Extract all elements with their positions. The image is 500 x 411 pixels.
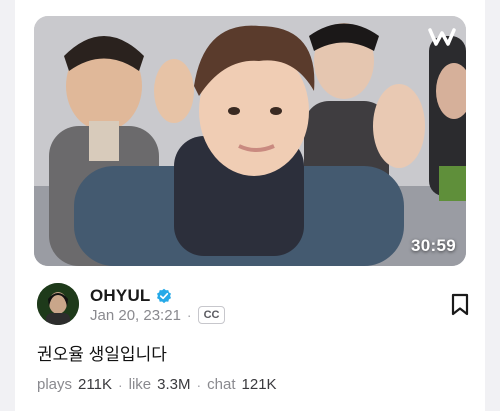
separator-dot: ·: [186, 307, 192, 323]
bookmark-icon[interactable]: [450, 293, 470, 317]
creator-avatar[interactable]: [37, 283, 79, 325]
separator-dot: ·: [196, 376, 202, 393]
post-meta: OHYUL Jan 20, 23:21 · CC: [37, 283, 473, 329]
cc-badge: CC: [197, 306, 226, 324]
like-count: 3.3M: [157, 376, 191, 393]
video-thumbnail[interactable]: 30:59: [34, 16, 466, 266]
chat-label: chat: [207, 376, 236, 393]
plays-label: plays: [37, 376, 73, 393]
post-date-line: Jan 20, 23:21 · CC: [90, 306, 226, 324]
post-date: Jan 20, 23:21: [90, 306, 181, 324]
post-stats: plays 211K · like 3.3M · chat 121K: [37, 376, 277, 393]
separator-dot: ·: [117, 376, 123, 393]
like-label: like: [128, 376, 152, 393]
video-post-card: 30:59 OHYUL Jan 20, 23:21 · CC 권오율 생일입니다…: [15, 0, 485, 411]
creator-line: OHYUL: [90, 286, 172, 306]
thumbnail-illustration: [34, 16, 466, 266]
chat-count: 121K: [241, 376, 277, 393]
creator-name[interactable]: OHYUL: [90, 286, 151, 306]
w-logo-icon: [428, 28, 456, 46]
post-title[interactable]: 권오율 생일입니다: [37, 340, 167, 365]
plays-count: 211K: [78, 376, 112, 393]
verified-check-icon: [156, 288, 171, 304]
video-duration: 30:59: [411, 236, 456, 255]
avatar-image: [37, 283, 79, 325]
